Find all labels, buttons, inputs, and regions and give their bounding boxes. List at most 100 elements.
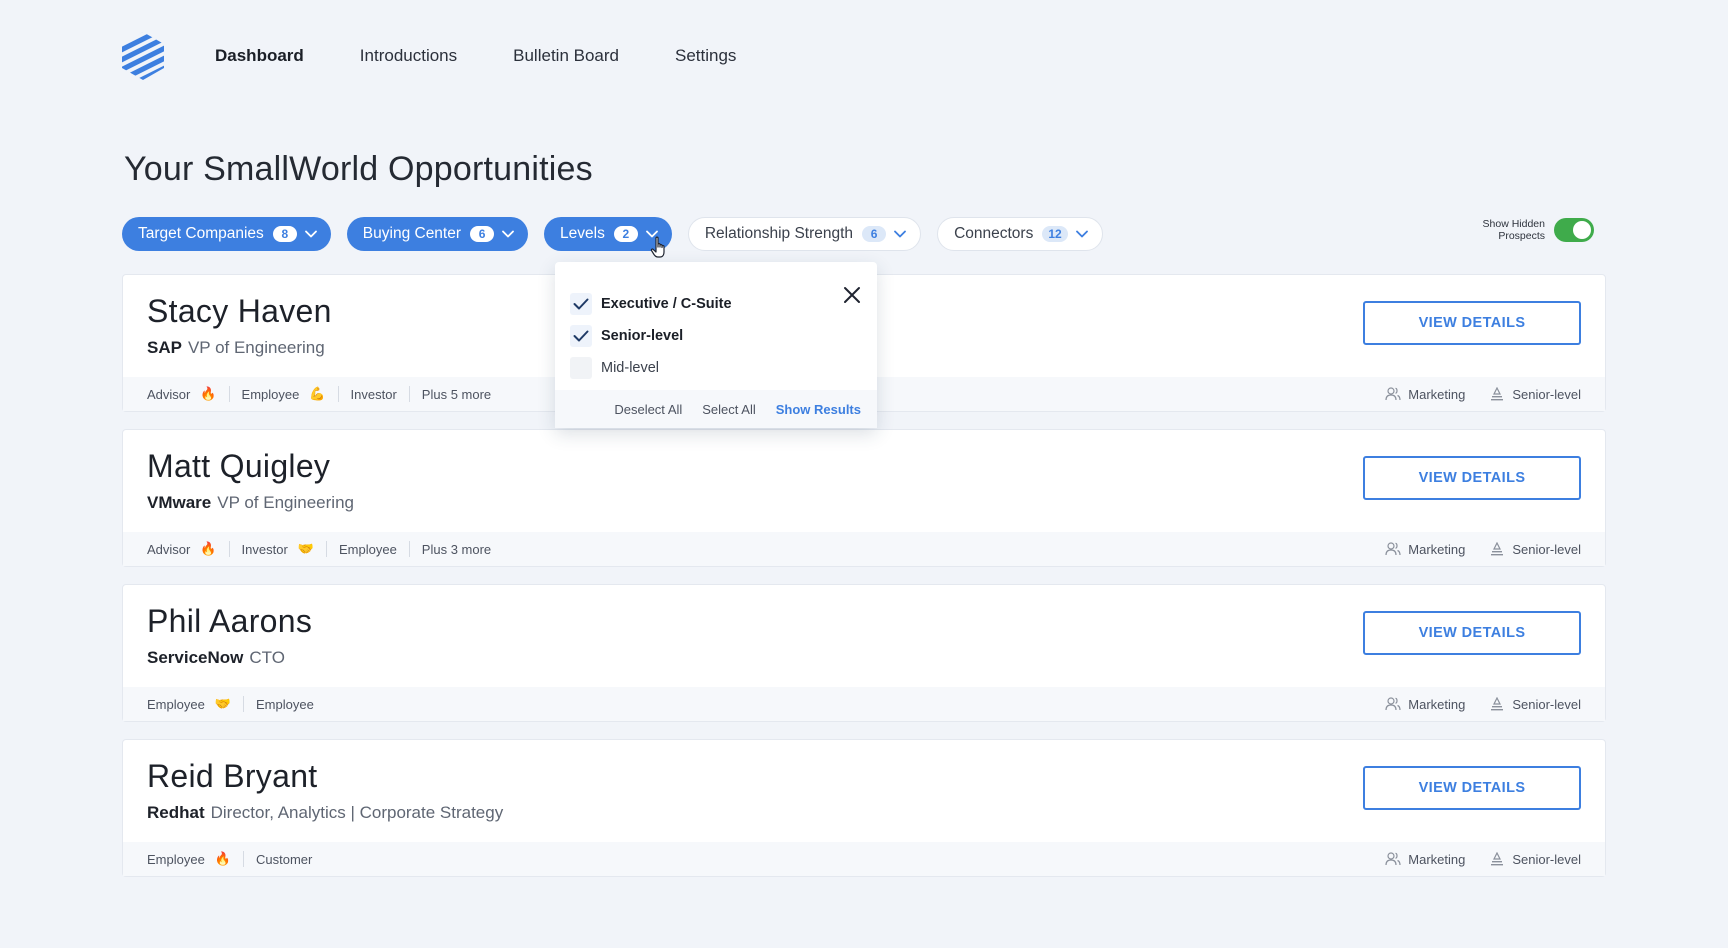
filter-label: Levels <box>560 225 605 242</box>
relationship-tag: Plus 5 more <box>422 386 503 402</box>
nav-bulletin-board[interactable]: Bulletin Board <box>513 30 619 82</box>
level-label: Senior-level <box>1512 386 1581 402</box>
relationship-tag: Customer <box>256 851 324 867</box>
nav-introductions[interactable]: Introductions <box>360 30 457 82</box>
prospect-meta: Marketing Senior-level <box>1385 697 1581 712</box>
company-name: Redhat <box>147 803 205 822</box>
department-label: Marketing <box>1408 541 1466 557</box>
company-line: ServiceNow CTO <box>147 648 285 668</box>
level-icon <box>1491 852 1504 866</box>
people-icon <box>1385 852 1401 866</box>
department-label: Marketing <box>1408 386 1466 402</box>
level-option[interactable]: Mid-level <box>570 352 732 384</box>
tag-label: Investor <box>350 386 397 402</box>
levels-dropdown: Executive / C-Suite Senior-level Mid-level… <box>555 262 877 428</box>
chevron-down-icon <box>894 230 906 238</box>
relationship-tags: Advisor 🔥 Investor 🤝 Employee Plus 3 more Mark… <box>123 532 1605 566</box>
prospect-meta: Marketing Senior-level <box>1385 387 1581 402</box>
department-label: Marketing <box>1408 696 1466 712</box>
department-meta: Marketing <box>1385 542 1465 557</box>
deselect-all-button[interactable]: Deselect All <box>614 402 682 417</box>
relationship-tag: Advisor 🔥 <box>147 386 230 402</box>
filter-label: Target Companies <box>138 225 264 242</box>
relationship-tag: Employee 🤝 <box>147 696 244 712</box>
filter-connectors[interactable]: Connectors 12 <box>937 217 1103 251</box>
prospect-meta: Marketing Senior-level <box>1385 852 1581 867</box>
job-title: CTO <box>249 648 285 667</box>
tag-label: Employee <box>147 851 205 867</box>
tag-label: Employee <box>241 386 300 402</box>
relationship-tag: Plus 3 more <box>422 541 503 557</box>
filter-count-badge: 12 <box>1042 226 1068 242</box>
page-title: Your SmallWorld Opportunities <box>124 150 593 188</box>
view-details-button[interactable]: VIEW DETAILS <box>1363 301 1581 345</box>
show-hidden-label: Show Hidden Prospects <box>1482 218 1545 242</box>
level-label: Senior-level <box>1512 851 1581 867</box>
level-option-label: Senior-level <box>601 328 684 344</box>
department-meta: Marketing <box>1385 387 1465 402</box>
filter-label: Buying Center <box>362 225 462 242</box>
nav-dashboard[interactable]: Dashboard <box>215 30 304 82</box>
filter-label: Connectors <box>954 225 1034 242</box>
filter-target-companies[interactable]: Target Companies 8 <box>122 217 331 251</box>
select-all-button[interactable]: Select All <box>702 402 755 417</box>
view-details-button[interactable]: VIEW DETAILS <box>1363 766 1581 810</box>
tag-label: Employee <box>147 696 205 712</box>
show-hidden-prospects: Show Hidden Prospects <box>1470 218 1594 242</box>
company-name: ServiceNow <box>147 648 244 667</box>
prospect-name: Matt Quigley <box>147 448 331 484</box>
relationship-tags: Employee 🤝 Employee Marketing Senior-level <box>123 687 1605 721</box>
toggle-knob <box>1573 221 1591 239</box>
relationship-tag: Employee 🔥 <box>147 851 244 867</box>
company-name: SAP <box>147 338 182 357</box>
view-details-button[interactable]: VIEW DETAILS <box>1363 456 1581 500</box>
department-meta: Marketing <box>1385 697 1465 712</box>
filter-buying-center[interactable]: Buying Center 6 <box>346 217 529 251</box>
level-meta: Senior-level <box>1489 852 1581 867</box>
relationship-tag: Investor <box>351 386 410 402</box>
tag-label: Employee <box>256 696 314 712</box>
logo-icon[interactable] <box>121 31 165 81</box>
checkbox[interactable] <box>570 357 592 379</box>
view-details-button[interactable]: VIEW DETAILS <box>1363 611 1581 655</box>
hand-cursor-icon <box>650 236 665 258</box>
filter-count-badge: 2 <box>613 226 638 242</box>
show-results-button[interactable]: Show Results <box>776 402 861 417</box>
relationship-emoji-icon: 🤝 <box>297 541 314 556</box>
relationship-emoji-icon: 🤝 <box>214 696 231 711</box>
job-title: Director, Analytics | Corporate Strategy <box>210 803 504 822</box>
level-meta: Senior-level <box>1489 542 1581 557</box>
relationship-tag: Employee <box>339 541 410 557</box>
people-icon <box>1385 542 1401 556</box>
checkbox[interactable] <box>570 325 592 347</box>
relationship-emoji-icon: 🔥 <box>214 851 231 866</box>
close-icon[interactable] <box>843 286 861 304</box>
show-hidden-toggle[interactable] <box>1554 218 1594 242</box>
level-icon <box>1491 542 1504 556</box>
levels-options: Executive / C-Suite Senior-level Mid-level <box>570 288 732 384</box>
job-title: VP of Engineering <box>187 338 325 357</box>
relationship-emoji-icon: 💪 <box>309 386 326 401</box>
level-option-label: Mid-level <box>601 360 660 376</box>
department-label: Marketing <box>1408 851 1466 867</box>
level-option[interactable]: Executive / C-Suite <box>570 288 732 320</box>
chevron-down-icon <box>502 230 514 238</box>
checkbox[interactable] <box>570 293 592 315</box>
level-option[interactable]: Senior-level <box>570 320 732 352</box>
prospect-name: Reid Bryant <box>147 758 318 794</box>
tag-label: Investor <box>241 541 288 557</box>
chevron-down-icon <box>304 230 317 238</box>
filter-count-badge: 6 <box>470 226 495 242</box>
check-icon <box>573 330 589 342</box>
filter-count-badge: 6 <box>862 226 887 242</box>
people-icon <box>1385 387 1401 401</box>
nav-settings[interactable]: Settings <box>675 30 736 82</box>
tag-label: Employee <box>338 541 397 557</box>
filter-relationship-strength[interactable]: Relationship Strength 6 <box>687 217 922 251</box>
relationship-emoji-icon: 🔥 <box>200 386 217 401</box>
tag-label: Customer <box>256 851 313 867</box>
prospect-meta: Marketing Senior-level <box>1385 542 1581 557</box>
people-icon <box>1385 697 1401 711</box>
relationship-tag: Advisor 🔥 <box>147 541 230 557</box>
prospect-name: Phil Aarons <box>147 603 313 639</box>
